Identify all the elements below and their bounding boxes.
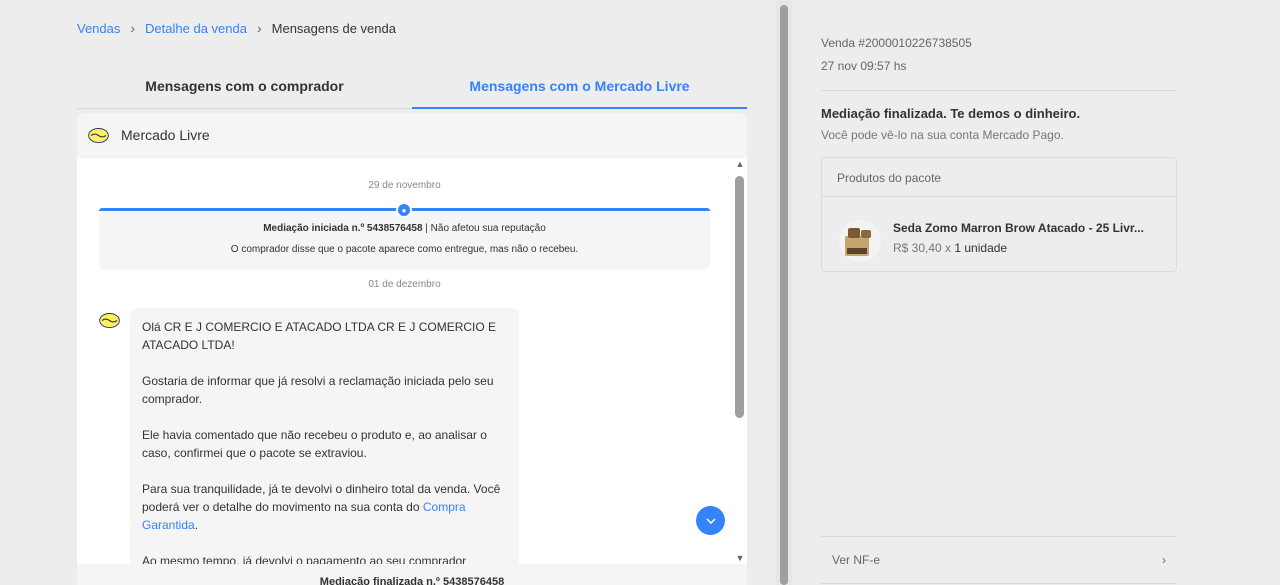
date-separator: 01 de dezembro	[368, 279, 441, 290]
products-card: Produtos do pacote Seda Zomo Marron Brow…	[821, 157, 1177, 272]
message-paragraph: Olá CR E J COMERCIO E ATACADO LTDA CR E …	[142, 320, 497, 352]
mediation-id: Mediação iniciada n.º 5438576458	[263, 223, 423, 234]
scroll-down-arrow-icon[interactable]: ▼	[735, 553, 745, 563]
breadcrumb-separator: ›	[256, 20, 262, 36]
message-tabs: Mensagens com o comprador Mensagens com …	[77, 70, 747, 109]
page-scrollbar[interactable]	[776, 0, 792, 585]
mediation-line-2: O comprador disse que o pacote aparece c…	[230, 244, 579, 255]
mercado-livre-avatar-icon	[99, 313, 120, 328]
message-text-end: .	[194, 518, 199, 532]
breadcrumb-current: Mensagens de venda	[271, 20, 396, 36]
product-unit-price: R$ 30,40 x	[893, 241, 955, 255]
conversation-panel: Vendas › Detalhe da venda › Mensagens de…	[0, 0, 776, 585]
message-paragraph: Ao mesmo tempo, já devolvi o pagamento a…	[142, 554, 467, 564]
product-quantity: 1 unidade	[954, 241, 1008, 255]
product-info: Seda Zomo Marron Brow Atacado - 25 Livr.…	[893, 220, 1153, 255]
tab-buyer-messages[interactable]: Mensagens com o comprador	[77, 70, 412, 108]
tab-mercado-livre-messages[interactable]: Mensagens com o Mercado Livre	[412, 70, 747, 109]
breadcrumb-separator: ›	[130, 20, 136, 36]
page-scrollbar-thumb[interactable]	[780, 5, 788, 585]
sale-time: 27 nov 09:57 hs	[821, 59, 907, 73]
chevron-down-icon	[705, 517, 716, 524]
view-nfe-label: Ver NF-e	[832, 553, 881, 567]
conversation-header: Mercado Livre	[77, 113, 747, 157]
status-subtitle: Você pode vê-lo na sua conta Mercado Pag…	[821, 128, 1064, 142]
chat-scrollbar[interactable]: ▲ ▼	[733, 158, 747, 564]
chevron-right-icon: ›	[1162, 553, 1166, 567]
scroll-to-bottom-button[interactable]	[696, 506, 725, 535]
status-title: Mediação finalizada. Te demos o dinheiro…	[821, 106, 1081, 121]
product-price: R$ 30,40 x 1 unidade	[893, 241, 1153, 255]
message-bubble: Olá CR E J COMERCIO E ATACADO LTDA CR E …	[130, 308, 519, 564]
product-name[interactable]: Seda Zomo Marron Brow Atacado - 25 Livr.…	[893, 221, 1153, 235]
breadcrumb-detalhe-venda[interactable]: Detalhe da venda	[145, 21, 247, 36]
conversation-title: Mercado Livre	[121, 127, 210, 143]
mercado-livre-handshake-icon	[88, 127, 109, 143]
products-header: Produtos do pacote	[822, 158, 1176, 197]
mediation-pin-icon: ●	[396, 202, 412, 218]
message-paragraph: Ele havia comentado que não recebeu o pr…	[142, 428, 487, 460]
sale-id: Venda #2000010226738505	[821, 36, 972, 50]
date-separator: 29 de novembro	[368, 180, 441, 191]
mediation-finished-footer: Mediação finalizada n.º 5438576458	[77, 564, 747, 585]
mediation-reputation-note: | Não afetou sua reputação	[422, 223, 546, 234]
scroll-up-arrow-icon[interactable]: ▲	[735, 159, 745, 169]
product-image-icon	[839, 220, 881, 262]
scrollbar-thumb[interactable]	[735, 176, 744, 418]
product-item[interactable]: Seda Zomo Marron Brow Atacado - 25 Livr.…	[839, 220, 1153, 262]
view-nfe-row[interactable]: Ver NF-e ›	[821, 536, 1177, 584]
mediation-line-1: Mediação iniciada n.º 5438576458 | Não a…	[99, 223, 710, 234]
message-paragraph: Gostaria de informar que já resolvi a re…	[142, 374, 494, 406]
mediation-event-card: ● Mediação iniciada n.º 5438576458 | Não…	[99, 202, 710, 270]
product-thumbnail	[839, 220, 881, 262]
breadcrumb-vendas[interactable]: Vendas	[77, 21, 120, 36]
chat-area[interactable]: 29 de novembro ● Mediação iniciada n.º 5…	[77, 158, 747, 564]
message-paragraph: Para sua tranquilidade, já te devolvi o …	[142, 480, 507, 534]
breadcrumb: Vendas › Detalhe da venda › Mensagens de…	[77, 20, 396, 36]
divider	[821, 90, 1177, 91]
sale-details-panel: Venda #2000010226738505 27 nov 09:57 hs …	[792, 0, 1280, 585]
